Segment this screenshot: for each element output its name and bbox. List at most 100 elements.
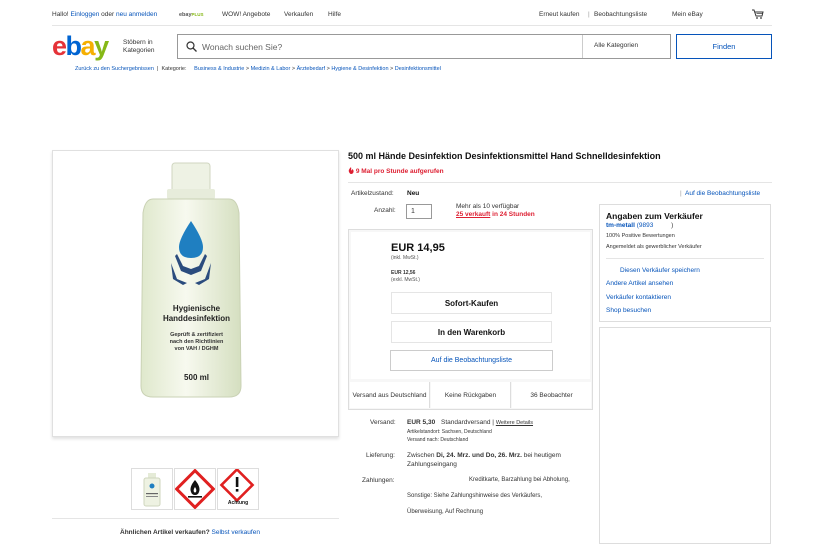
seller-heading: Angaben zum Verkäufer: [606, 211, 703, 221]
flame-icon: [348, 167, 354, 174]
browse-categories[interactable]: Stöbern in Kategorien: [123, 39, 154, 55]
more-details-link[interactable]: Weitere Details: [496, 420, 533, 426]
breadcrumb: Zurück zu den Suchergebnissen | Kategori…: [75, 66, 441, 72]
bottle-label-small-line: Geprüft & zertifiziert: [170, 332, 223, 338]
delivery-prefix: Zwischen: [407, 452, 435, 459]
thumbnail-1[interactable]: [131, 468, 173, 510]
price: EUR 14,95: [391, 242, 445, 254]
shipping-price: EUR 5,30: [407, 419, 436, 426]
quantity-input[interactable]: 1: [406, 204, 432, 219]
breadcrumb-item[interactable]: Ärztebedarf: [297, 66, 325, 72]
browse-line2: Kategorien: [123, 47, 155, 54]
contact-seller-link[interactable]: Verkäufer kontaktieren: [606, 294, 671, 301]
breadcrumb-item[interactable]: Business & Industrie: [194, 66, 244, 72]
sell-yourself-link[interactable]: Selbst verkaufen: [212, 529, 260, 536]
breadcrumb-separator: >: [245, 66, 250, 72]
feature-watchers: 36 Beobachter: [512, 382, 591, 408]
breadcrumb-item[interactable]: Hygiene & Desinfektion: [331, 66, 388, 72]
watchlist-link[interactable]: Beobachtungsliste: [594, 11, 647, 18]
delivery-label: Lieferung:: [366, 452, 395, 459]
sell-similar-question: Ähnlichen Artikel verkaufen?: [120, 529, 210, 536]
positive-rating: 100% Positive Bewertungen: [606, 233, 675, 239]
sell-link[interactable]: Verkaufen: [284, 11, 313, 18]
add-to-watchlist-link[interactable]: Auf die Beobachtungsliste: [685, 190, 760, 197]
seller-score-close: ): [671, 222, 674, 229]
sold-info: 25 verkauft in 24 Stunden: [456, 211, 535, 218]
condition-label: Artikelzustand:: [351, 190, 394, 197]
condition-value: Neu: [407, 190, 420, 197]
delivery-line2: Zahlungseingang: [407, 461, 457, 468]
thumbnail-2[interactable]: [174, 468, 216, 510]
ebay-logo[interactable]: ebay: [52, 32, 109, 60]
payment-line1: Kreditkarte, Barzahlung bei Abholung,: [469, 477, 570, 483]
payment-line3: Überweisung, Auf Rechnung: [407, 509, 484, 515]
ships-to: Versand nach: Deutschland: [407, 437, 469, 443]
feature-shipping: Versand aus Deutschland: [350, 382, 430, 408]
delivery-row: Zwischen Di, 24. Mrz. und Do, 26. Mrz. b…: [407, 452, 561, 459]
item-location: Artikelstandort: Sachsen, Deutschland: [407, 429, 492, 435]
delivery-suffix: bei heutigem: [523, 452, 561, 459]
bottle-label-line: Handdesinfektion: [162, 314, 231, 323]
wow-deals-link[interactable]: WOW! Angebote: [222, 11, 270, 18]
sell-similar: Ähnlichen Artikel verkaufen? Selbst verk…: [120, 529, 260, 536]
save-seller-link[interactable]: Diesen Verkäufer speichern: [620, 267, 700, 274]
divider: |: [680, 190, 682, 197]
shipping-method: Standardversand |: [441, 419, 494, 426]
category-label: Kategorie:: [161, 66, 187, 72]
buy-now-button[interactable]: Sofort-Kaufen: [391, 292, 552, 314]
back-to-results-link[interactable]: Zurück zu den Suchergebnissen: [75, 66, 154, 72]
my-ebay-link[interactable]: Mein eBay: [672, 11, 703, 18]
feature-returns: Keine Rückgaben: [431, 382, 511, 408]
breadcrumb-separator: >: [390, 66, 394, 72]
or-text: oder: [101, 11, 115, 18]
find-button[interactable]: Finden: [676, 34, 772, 59]
divider: |: [588, 11, 590, 18]
bottle-label-title: Hygienische Handdesinfektion: [53, 304, 340, 324]
browse-line1: Stöbern in: [123, 39, 153, 46]
sold-suffix: in 24 Stunden: [492, 211, 535, 218]
login-link[interactable]: Einloggen: [70, 11, 99, 18]
other-items-link[interactable]: Andere Artikel ansehen: [606, 280, 673, 287]
hazard-word: Achtung: [227, 500, 249, 506]
breadcrumb-item[interactable]: Medizin & Labor: [251, 66, 291, 72]
hot-indicator: 9 Mal pro Stunde aufgerufen: [348, 167, 444, 175]
category-select[interactable]: Alle Kategorien: [582, 35, 671, 58]
top-bar: Hallo! Einloggen oder neu anmelden ebayP…: [52, 9, 772, 23]
bottle-thumb-icon: [143, 473, 161, 507]
bottle-image: [140, 162, 242, 398]
breadcrumb-item[interactable]: Desinfektionsmittel: [395, 66, 441, 72]
thumbnail-3[interactable]: Achtung: [217, 467, 259, 510]
search-bar[interactable]: Wonach suchen Sie? Alle Kategorien: [177, 34, 671, 59]
seller-name-link[interactable]: tm-metall: [606, 222, 635, 229]
divider: [606, 258, 764, 259]
seller-name-row: tm-metall (9893 ): [606, 222, 673, 229]
ad-placeholder: [599, 327, 771, 544]
excl-vat: (exkl. MwSt.): [391, 277, 420, 283]
main-product-image[interactable]: Hygienische Handdesinfektion Geprüft & z…: [52, 150, 339, 437]
help-link[interactable]: Hilfe: [328, 11, 341, 18]
ebay-plus-suffix: PLUS: [191, 12, 204, 17]
bottle-label-line: Hygienische: [172, 304, 221, 313]
incl-vat: (inkl. MwSt.): [391, 255, 419, 261]
seller-score-link[interactable]: (9893: [637, 222, 654, 229]
greeting-text: Hallo! Einloggen oder neu anmelden: [52, 11, 157, 18]
bottle-label-small-line: von VAH / DGHM: [174, 346, 219, 352]
visit-shop-link[interactable]: Shop besuchen: [606, 307, 651, 314]
business-seller: Angemeldet als gewerblicher Verkäufer: [606, 244, 702, 250]
sold-link[interactable]: 25 verkauft: [456, 211, 490, 218]
cart-icon[interactable]: [752, 9, 764, 19]
rebuy-link[interactable]: Erneut kaufen: [539, 11, 579, 18]
bottle-label-small: Geprüft & zertifiziert nach den Richtlin…: [53, 332, 340, 353]
ebay-plus-link[interactable]: ebayPLUS: [179, 12, 204, 18]
buy-box: EUR 14,95 (inkl. MwSt.) EUR 12,56 (exkl.…: [348, 229, 593, 410]
bottle-label-small-line: nach den Richtlinien: [169, 339, 224, 345]
payment-line2: Sonstige: Siehe Zahlungshinweise des Ver…: [407, 493, 543, 499]
add-to-cart-button[interactable]: In den Warenkorb: [391, 321, 552, 343]
seller-info-box: Angaben zum Verkäufer tm-metall (9893 ) …: [599, 204, 771, 322]
register-link[interactable]: neu anmelden: [116, 11, 157, 18]
top-divider: [52, 25, 772, 26]
search-input[interactable]: Wonach suchen Sie?: [202, 42, 282, 52]
net-price: EUR 12,56: [391, 270, 416, 276]
shipping-row: EUR 5,30 Standardversand | Weitere Detai…: [407, 419, 533, 426]
watch-button[interactable]: Auf die Beobachtungsliste: [390, 350, 553, 371]
